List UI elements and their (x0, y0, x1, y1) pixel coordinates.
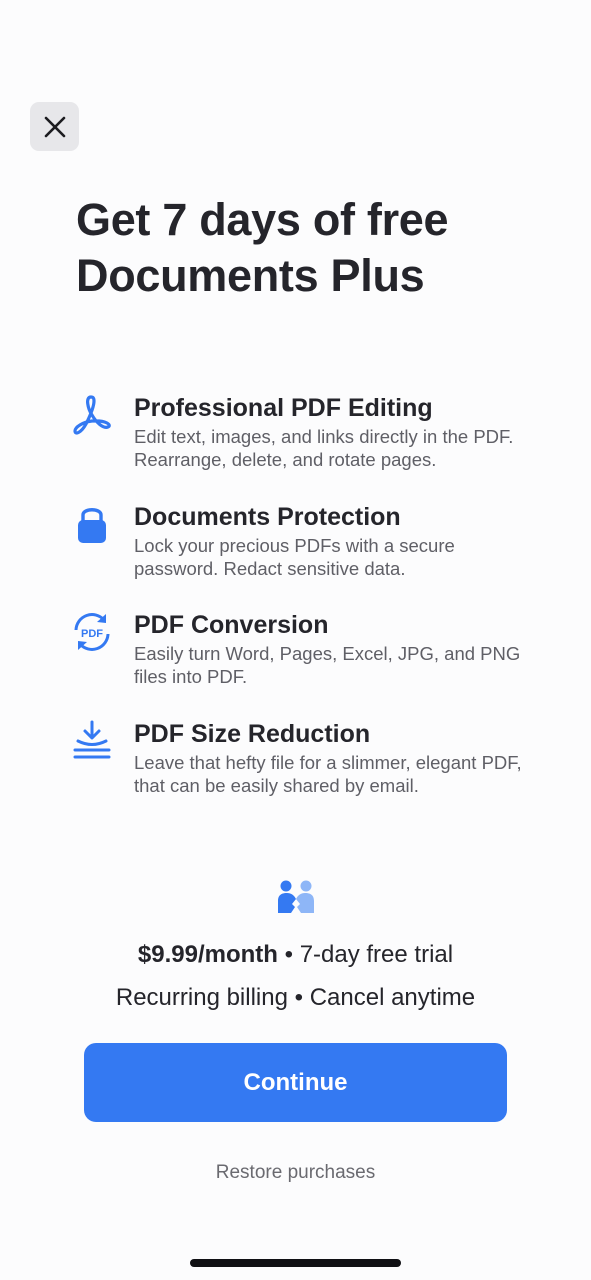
feature-size-reduction: PDF Size Reduction Leave that hefty file… (70, 719, 540, 809)
size-reduction-icon (70, 719, 114, 763)
feature-description: Leave that hefty file for a slimmer, ele… (134, 752, 522, 796)
feature-title: Professional PDF Editing (134, 394, 433, 422)
feature-documents-protection: Documents Protection Lock your precious … (70, 502, 540, 592)
billing-text: Recurring billing (115, 984, 288, 1011)
feature-title: PDF Conversion (134, 611, 329, 639)
feature-description: Lock your precious PDFs with a secure pa… (134, 535, 455, 579)
feature-description: Edit text, images, and links directly in… (134, 426, 514, 470)
pdf-acrobat-icon (70, 393, 114, 437)
cancel-text: Cancel anytime (309, 984, 476, 1011)
feature-pdf-conversion: PDF PDF Conversion Easily turn Word, Pag… (70, 610, 540, 700)
pdf-badge-label: PDF (81, 628, 103, 640)
separator-dot: • (284, 941, 294, 968)
feature-pdf-editing: Professional PDF Editing Edit text, imag… (70, 393, 540, 483)
paywall-screen: Get 7 days of free Documents Plus Profes… (0, 0, 591, 1280)
feature-title: Documents Protection (134, 503, 401, 531)
pdf-conversion-icon: PDF (70, 610, 114, 654)
pricing-line: $9.99/month • 7-day free trial (0, 940, 591, 970)
page-title: Get 7 days of free Documents Plus (76, 194, 449, 301)
continue-button[interactable]: Continue (84, 1043, 507, 1122)
billing-line: Recurring billing • Cancel anytime (0, 983, 591, 1013)
people-handshake-icon (278, 880, 314, 913)
feature-title: PDF Size Reduction (134, 720, 371, 748)
feature-description: Easily turn Word, Pages, Excel, JPG, and… (134, 643, 521, 687)
close-button[interactable] (30, 102, 79, 151)
separator-dot: • (294, 984, 304, 1011)
close-icon (44, 116, 65, 137)
price-text: $9.99/month (137, 941, 278, 968)
continue-label: Continue (243, 1068, 348, 1096)
restore-purchases-link[interactable]: Restore purchases (0, 1161, 591, 1185)
home-indicator[interactable] (190, 1259, 401, 1267)
trial-text: 7-day free trial (299, 941, 454, 968)
lock-icon (70, 502, 114, 546)
